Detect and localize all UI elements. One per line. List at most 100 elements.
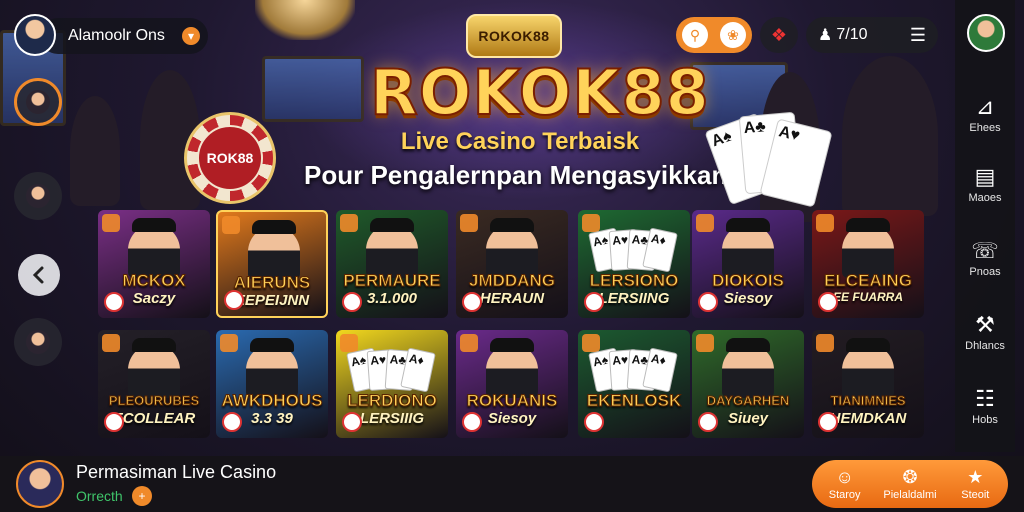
provider-badge — [342, 292, 362, 312]
game-tile[interactable]: PLEOURUBES ECOLLEAR — [98, 330, 210, 438]
dealer-hat — [726, 218, 770, 232]
dealer-hat — [132, 218, 176, 232]
game-tile[interactable]: A♠ A♥ A♣ A♦ EKENLOSK — [578, 330, 690, 438]
dealer-figure — [366, 224, 418, 278]
dealer-figure — [246, 344, 298, 398]
game-tile[interactable]: PERMAURE 3.1.000 — [336, 210, 448, 318]
tile-corner-badge — [696, 214, 714, 232]
provider-badge — [698, 292, 718, 312]
search-icon[interactable]: ⚲ — [682, 22, 708, 48]
game-tile[interactable]: TIANIMNIES HEMDKAN — [812, 330, 924, 438]
game-title: LERSIONO — [589, 271, 679, 290]
sidebar-item-label: Hobs — [972, 414, 998, 426]
game-title: PERMAURE — [343, 271, 441, 290]
chip-label: ROK88 — [197, 125, 263, 191]
dealer-figure — [722, 344, 774, 398]
tile-corner-badge — [102, 334, 120, 352]
provider-badge — [584, 412, 604, 432]
sidebar-item-label: Maoes — [968, 192, 1002, 204]
game-title: JMDDANG — [469, 271, 556, 290]
dealer-hat — [250, 338, 294, 352]
tile-corner-badge — [220, 334, 238, 352]
game-tile[interactable]: A♠ A♥ A♣ A♦ LERSIONO LERSIING — [578, 210, 690, 318]
profile-icon: ☺ — [835, 467, 854, 487]
sidebar-item-label: Dhlancs — [965, 340, 1005, 352]
game-tile[interactable]: A♠ A♥ A♣ A♦ LERDIONO LERSIIIG — [336, 330, 448, 438]
user-avatar[interactable] — [14, 14, 56, 56]
list-icon: ☷ — [975, 386, 995, 411]
quick-actions: ⚲ ❀ — [676, 17, 752, 53]
profile-avatar[interactable] — [967, 14, 1005, 52]
action-label: Steoit — [961, 489, 990, 501]
logo-subtitle: Live Casino Terbaisk — [400, 128, 640, 155]
dealer-figure — [486, 344, 538, 398]
star-icon: ★ — [967, 467, 984, 487]
provider-badge — [462, 412, 482, 432]
bottom-actions: ☺ Staroy ❂ Pielaldalmi ★ Steoit — [812, 460, 1008, 508]
game-tile[interactable]: AWKDHOUS 3.3 39 — [216, 330, 328, 438]
chat-icon[interactable]: ❀ — [720, 22, 746, 48]
game-tile[interactable]: DAYGARHEN Siuey — [692, 330, 804, 438]
game-tile[interactable]: DIOKOIS Siesoy — [692, 210, 804, 318]
background-screen-center — [262, 56, 364, 122]
action-pielaldalmi[interactable]: ❂ Pielaldalmi — [879, 467, 941, 501]
game-title: DIOKOIS — [712, 271, 785, 290]
dealer-figure — [486, 224, 538, 278]
ceiling-lamp — [255, 0, 355, 40]
add-icon[interactable]: + — [132, 486, 152, 506]
provider-badge — [104, 292, 124, 312]
game-title: AIERUNS — [233, 273, 311, 292]
tile-corner-badge — [222, 216, 240, 234]
game-tile[interactable]: JMDDANG HERAUN — [456, 210, 568, 318]
sidebar-item-dhlancs[interactable]: ⚒ Dhlancs — [955, 312, 1015, 352]
tile-corner-badge — [582, 334, 600, 352]
action-staroy[interactable]: ☺ Staroy — [814, 467, 876, 501]
host-avatar[interactable] — [16, 460, 64, 508]
tile-corner-badge — [696, 334, 714, 352]
account-selector[interactable]: Alamoolr Ons ▾ — [40, 18, 208, 54]
menu-icon[interactable]: ☰ — [910, 25, 926, 46]
gift-icon: ❖ — [770, 24, 788, 45]
bottom-status: Orrecth — [76, 488, 123, 504]
game-tile[interactable]: MCKOX Saczy — [98, 210, 210, 318]
gift-button[interactable]: ❖ — [760, 17, 798, 53]
account-label: Alamoolr Ons — [68, 27, 165, 44]
game-tile[interactable]: ROKUANIS Siesoy — [456, 330, 568, 438]
back-button[interactable] — [18, 254, 60, 296]
sidebar-item-pnoas[interactable]: ☏ Pnoas — [955, 238, 1015, 278]
sidebar-item-ehees[interactable]: ⊿ Ehees — [955, 94, 1015, 134]
left-avatar-button[interactable] — [14, 318, 62, 366]
headline: Pour Pengalernpan Mengasyikkan — [304, 160, 728, 190]
tile-corner-badge — [102, 214, 120, 232]
tile-corner-badge — [816, 334, 834, 352]
provider-badge — [342, 412, 362, 432]
game-tile[interactable]: ELCEAING EE FUARRA — [812, 210, 924, 318]
tile-corner-badge — [340, 334, 358, 352]
game-tile[interactable]: AIERUNS EEPEIJNN — [216, 210, 328, 318]
chevron-down-icon[interactable]: ▾ — [182, 27, 200, 45]
user-icon: ♟ — [818, 27, 833, 44]
sidebar-item-maoes[interactable]: ▤ Maoes — [955, 164, 1015, 204]
game-title: PLEOURUBES — [108, 393, 200, 409]
dealer-figure — [842, 224, 894, 278]
game-title: ROKUANIS — [466, 391, 558, 410]
left-avatar-button[interactable] — [14, 172, 62, 220]
provider-badge — [698, 412, 718, 432]
game-title: AWKDHOUS — [221, 391, 323, 410]
sidebar-item-label: Pnoas — [969, 266, 1001, 278]
left-avatar-button[interactable] — [14, 78, 62, 126]
provider-badge — [222, 412, 242, 432]
dealer-figure — [128, 224, 180, 278]
game-title: EKENLOSK — [586, 391, 682, 410]
provider-badge — [462, 292, 482, 312]
game-title: DAYGARHEN — [706, 393, 790, 409]
dealer-hat — [490, 338, 534, 352]
background-person — [842, 56, 938, 216]
game-title: TIANIMNIES — [830, 393, 906, 409]
balance-display[interactable]: ♟ 7/10 ☰ — [806, 17, 938, 53]
action-steoit[interactable]: ★ Steoit — [944, 467, 1006, 501]
dealer-hat — [370, 218, 414, 232]
dealer-hat — [846, 338, 890, 352]
phone-icon: ☏ — [971, 238, 999, 263]
sidebar-item-hobs[interactable]: ☷ Hobs — [955, 386, 1015, 426]
